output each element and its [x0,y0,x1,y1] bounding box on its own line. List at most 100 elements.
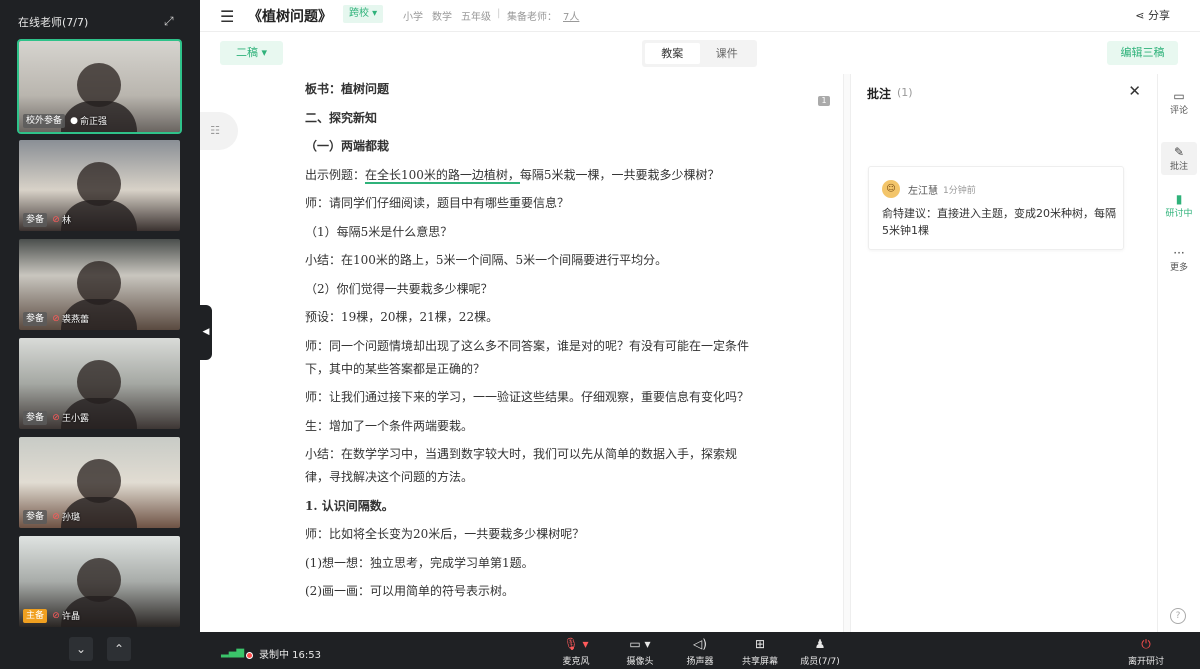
microphone-icon: 🎙 ▾ [563,637,589,651]
participant-role-tag: 参备 [23,311,48,326]
doc-paragraph: 师：让我们通过接下来的学习，一一验证这些结果。仔细观察，重要信息有变化吗？ [305,390,750,404]
doc-paragraph: 师：比如将全长变为20米后，一共要栽多少棵树呢？ [305,527,585,541]
help-icon[interactable]: ? [1170,608,1186,624]
mic-muted-icon: ⊘ [52,412,60,423]
document-view: ☷ 板书：植树问题 二、探究新知 （一）两端都栽 出示例题：在全长100米的路一边植树… [200,74,843,632]
doc-paragraph: 小结：在数学学习中，当遇到数字较大时，我们可以先从简单的数据入手，探索规律，寻找… [305,447,738,484]
cross-school-badge[interactable]: 跨校 ▾ [343,5,384,23]
participant-tile[interactable]: 校外参备 ● 俞正强 [17,39,182,134]
share-screen-button[interactable]: ⊞ 共享屏幕 [730,637,790,667]
annotation-author: 左江慧 [908,186,938,197]
signal-icon: ▂▄▆ [221,647,245,658]
leave-label: 离开研讨 [1127,657,1164,667]
doc-paragraph: 出示例题：在全长100米的路一边植树，每隔5米栽一棵，一共要栽多少棵树？ [305,164,752,187]
speaker-button[interactable]: ◁) 扬声器 [670,637,730,667]
person-body [61,200,137,231]
doc-paragraph: (2)画一画：可以用简单的符号表示树。 [305,584,514,598]
doc-paragraph: 二、探究新知 [305,110,378,125]
avatar: ☺ [882,180,900,198]
annotation-time: 1分钟前 [943,186,976,196]
participant-role-tag: 参备 [23,410,48,425]
members-button[interactable]: ♟ 成员(7/7) [790,637,850,667]
control-label: 摄像头 [626,657,654,667]
doc-paragraph: 生：增加了一个条件两端要栽。 [305,418,474,433]
tile-navigation: ⌄ ⌃ [0,629,200,669]
participant-role-tag: 主备 [23,608,48,623]
group-label: 集备老师： [507,12,557,23]
leave-button[interactable]: ⏻ 离开研讨 [1116,637,1176,667]
tab-lesson-plan[interactable]: 教案 [645,43,700,64]
rail-more[interactable]: ··· 更多 [1161,246,1197,273]
control-label: 共享屏幕 [741,657,778,667]
more-icon: ··· [1173,246,1185,260]
app-window: 在线老师(7/7) ⤢ 校外参备 ● 俞正强 参备 ⊘ 林参备 ⊘ 裘燕蕾 参备 ⊘ 王小露 参备 ⊘ 孙… [0,0,1200,669]
annotation-panel: 批注 (1) ✕ ☺ 左江慧 1分钟前 俞特建议：直接进入主题，变成20米种树，… [851,74,1157,632]
stage-label: 小学 [403,12,423,23]
grade-label: 五年级 [461,12,491,23]
meeting-control-bar: ▂▄▆ 录制中 16:53 🎙 ▾ 麦克风 ▭ ▾ 摄像头 ◁) 扬声器 ⊞ 共享屏幕 ♟ 成员(… [200,632,1200,669]
participant-namebar: 参备 ⊘ 孙璐 [23,509,80,524]
doc-paragraph: （一）两端都栽 [305,139,390,153]
mic-muted-icon: ⊘ [52,610,60,621]
mic-muted-icon: ⊘ [52,313,60,324]
scroll-down-button[interactable]: ⌄ [69,637,93,661]
participant-tile[interactable]: 参备 ⊘ 裘燕蕾 [19,239,180,330]
microphone-button[interactable]: 🎙 ▾ 麦克风 [546,637,606,667]
rail-label: 评论 [1169,106,1188,116]
doc-paragraph: 1. 认识间隔数。 [305,498,394,513]
outline-toggle-icon[interactable]: ☷ [200,112,238,150]
share-screen-icon: ⊞ [754,637,766,651]
comment-marker-icon[interactable]: 1 [818,96,830,106]
participant-role-tag: 参备 [23,509,48,524]
camera-button[interactable]: ▭ ▾ 摄像头 [610,637,670,667]
close-icon[interactable]: ✕ [1128,82,1141,100]
main-area: ☰ 《植树问题》 跨校 ▾ 小学 数学 五年级 | 集备老师： 7人 ⋖ 分享 … [200,0,1200,632]
scroll-up-button[interactable]: ⌃ [107,637,131,661]
rail-comment[interactable]: ▭ 评论 [1161,89,1197,116]
participant-namebar: 主备 ⊘ 许晶 [23,608,80,623]
participant-namebar: 校外参备 ● 俞正强 [23,113,107,128]
participant-role-tag: 校外参备 [23,113,66,128]
control-label: 麦克风 [562,657,590,667]
members-icon: ♟ [814,637,826,651]
participant-namebar: 参备 ⊘ 裘燕蕾 [23,311,89,326]
participant-name: 许晶 [62,612,81,622]
divider: | [497,8,501,19]
example-prefix: 出示例题： [305,167,366,182]
mic-icon: ● [70,115,78,126]
rail-pen[interactable]: ✎ 批注 [1161,142,1197,175]
doc-divider [843,74,851,632]
menu-icon[interactable]: ☰ [220,7,234,26]
participant-tile[interactable]: 主备 ⊘ 许晶 [19,536,180,627]
doc-paragraph: 板书：植树问题 [305,82,390,96]
participant-tile[interactable]: 参备 ⊘ 孙璐 [19,437,180,528]
doc-paragraph: （2）你们觉得一共要栽多少棵呢？ [305,281,493,296]
expand-icon[interactable]: ⤢ [164,14,178,28]
rail-bar-chart[interactable]: ▮ 研讨中 [1161,192,1197,219]
online-teachers-panel: 在线老师(7/7) ⤢ 校外参备 ● 俞正强 参备 ⊘ 林参备 ⊘ 裘燕蕾 参备 ⊘ 王小露 参备 ⊘ 孙… [0,0,200,669]
doc-type-tabs: 教案 课件 [642,40,757,67]
rail-label: 更多 [1169,263,1188,273]
group-count-link[interactable]: 7人 [563,8,579,23]
edit-third-draft-button[interactable]: 编辑三稿 [1107,41,1178,65]
annotation-card[interactable]: ☺ 左江慧 1分钟前 俞特建议：直接进入主题，变成20米种树，每隔5米钟1棵 [868,166,1124,250]
doc-paragraph: (1)想一想：独立思考，完成学习单第1题。 [305,555,534,570]
doc-toolbar: 二稿 ▾ 教案 课件 编辑三稿 [200,32,1200,74]
participant-tile[interactable]: 参备 ⊘ 王小露 [19,338,180,429]
highlighted-text[interactable]: 在全长100米的路一边植树， [365,167,520,184]
control-label: 扬声器 [686,657,714,667]
comment-icon: ▭ [1173,89,1185,103]
share-button[interactable]: ⋖ 分享 [1135,7,1170,23]
top-bar: ☰ 《植树问题》 跨校 ▾ 小学 数学 五年级 | 集备老师： 7人 ⋖ 分享 [200,0,1200,32]
annotation-text: 俞特建议：直接进入主题，变成20米种树，每隔5米钟1棵 [882,207,1116,237]
share-label: 分享 [1148,9,1170,22]
participant-name: 林 [62,216,72,226]
draft-version-dropdown[interactable]: 二稿 ▾ [220,41,283,65]
participant-name: 王小露 [62,414,90,424]
share-icon: ⋖ [1135,9,1148,22]
document-body: 板书：植树问题 二、探究新知 （一）两端都栽出示例题：在全长100米的路一边植树，每… [305,78,752,609]
collapse-panel-handle[interactable]: ◀ [200,305,212,360]
participant-tile[interactable]: 参备 ⊘ 林 [19,140,180,231]
tab-courseware[interactable]: 课件 [700,43,755,64]
pen-icon: ✎ [1173,145,1185,159]
